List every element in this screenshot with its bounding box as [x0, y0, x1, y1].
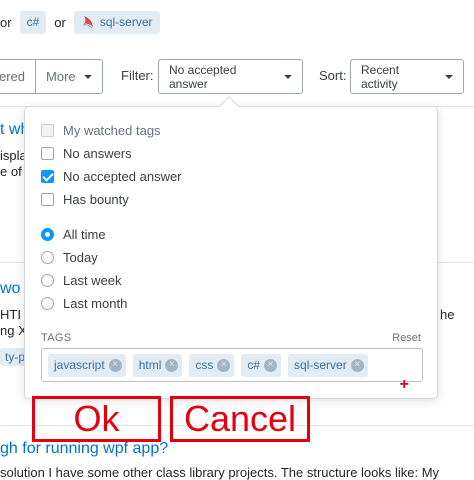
tags-input[interactable]: javascript × html × css × c# × sql-server ×: [41, 348, 423, 382]
option-label: All time: [63, 227, 106, 242]
or-text-2: or: [54, 14, 66, 30]
option-label: Has bounty: [63, 192, 129, 207]
close-icon[interactable]: ×: [108, 358, 122, 372]
radio[interactable]: [41, 274, 54, 287]
tag-label: c#: [26, 15, 40, 29]
filter-select[interactable]: No accepted answer: [158, 59, 303, 94]
question-excerpt-3a: solution I have some other class library…: [0, 465, 440, 480]
tag-chip-label: c#: [247, 358, 261, 372]
add-tag-plus-icon[interactable]: +: [400, 376, 409, 394]
tab-partial[interactable]: ered: [0, 60, 35, 93]
option-label: Last week: [63, 273, 122, 288]
or-text: or: [0, 14, 12, 30]
tag-chip-css: css ×: [189, 353, 235, 377]
question-title-2[interactable]: wo: [0, 280, 20, 298]
cancel-button[interactable]: Cancel: [170, 396, 310, 442]
checkbox[interactable]: [41, 147, 54, 160]
tag-chip-sql-server: sql-server ×: [288, 353, 368, 377]
more-button[interactable]: More: [35, 60, 102, 93]
option-no-answers[interactable]: No answers: [41, 142, 182, 165]
radio-selected[interactable]: [41, 228, 54, 241]
question-excerpt-2c: he: [440, 307, 455, 322]
cancel-label: Cancel: [183, 398, 297, 439]
radio[interactable]: [41, 251, 54, 264]
tag-chip-label: javascript: [54, 358, 105, 372]
option-no-accepted-answer[interactable]: No accepted answer: [41, 165, 182, 188]
tag-chip-label: sql-server: [294, 358, 347, 372]
filter-label: Filter:: [121, 68, 154, 83]
tag-chip-html: html ×: [132, 353, 183, 377]
close-icon[interactable]: ×: [165, 358, 179, 372]
ok-label: Ok: [73, 398, 120, 439]
close-icon[interactable]: ×: [350, 358, 364, 372]
checkbox[interactable]: [41, 193, 54, 206]
option-all-time[interactable]: All time: [41, 223, 127, 246]
option-label: Last month: [63, 296, 128, 311]
option-has-bounty[interactable]: Has bounty: [41, 188, 182, 211]
reset-link[interactable]: Reset: [392, 332, 421, 344]
tag-chip-label: css: [195, 358, 214, 372]
close-icon[interactable]: ×: [217, 358, 231, 372]
chevron-down-icon: [445, 74, 453, 79]
sort-select[interactable]: Recent activity: [350, 59, 464, 94]
sort-label: Sort:: [319, 68, 347, 83]
tag-csharp[interactable]: c#: [19, 10, 47, 34]
sql-server-icon: [82, 16, 93, 29]
search-tags-line: or c# or sql-server: [0, 10, 160, 34]
option-my-watched-tags: My watched tags: [41, 119, 182, 142]
tab-label: ered: [0, 69, 26, 84]
radio-group: All time Today Last week Last month: [41, 223, 127, 315]
tags-header: TAGS: [41, 332, 72, 344]
ok-button[interactable]: Ok: [32, 396, 161, 442]
option-today[interactable]: Today: [41, 246, 127, 269]
more-label: More: [46, 69, 76, 84]
tag-chip-javascript: javascript ×: [48, 353, 126, 377]
question-excerpt-1b: e of: [0, 164, 22, 179]
option-last-week[interactable]: Last week: [41, 269, 127, 292]
option-label: No accepted answer: [63, 169, 182, 184]
checkbox-group: My watched tags No answers No accepted a…: [41, 119, 182, 211]
option-label: Today: [63, 250, 98, 265]
question-excerpt-2b: ng X: [0, 323, 27, 338]
tag-label: sql-server: [99, 15, 153, 29]
radio[interactable]: [41, 297, 54, 310]
tag-chip-csharp: c# ×: [241, 353, 282, 377]
filter-value: No accepted answer: [169, 62, 237, 91]
question-excerpt-2a: HTI: [0, 307, 21, 322]
sort-value: Recent activity: [361, 62, 400, 91]
chevron-down-icon: [284, 74, 292, 79]
close-icon[interactable]: ×: [264, 358, 278, 372]
checkbox: [41, 124, 54, 137]
option-label: No answers: [63, 146, 132, 161]
option-label: My watched tags: [63, 123, 161, 138]
chevron-down-icon: [83, 74, 92, 79]
question-title-3[interactable]: gh for running wpf app?: [0, 440, 168, 458]
checkbox-checked[interactable]: [41, 170, 54, 183]
filter-popover: My watched tags No answers No accepted a…: [24, 106, 438, 399]
question-tab-group: ered More: [0, 59, 103, 94]
tag-chip-label: html: [138, 358, 162, 372]
tag-sql-server[interactable]: sql-server: [73, 10, 160, 34]
question-excerpt-1a: ispla: [0, 148, 27, 163]
option-last-month[interactable]: Last month: [41, 292, 127, 315]
